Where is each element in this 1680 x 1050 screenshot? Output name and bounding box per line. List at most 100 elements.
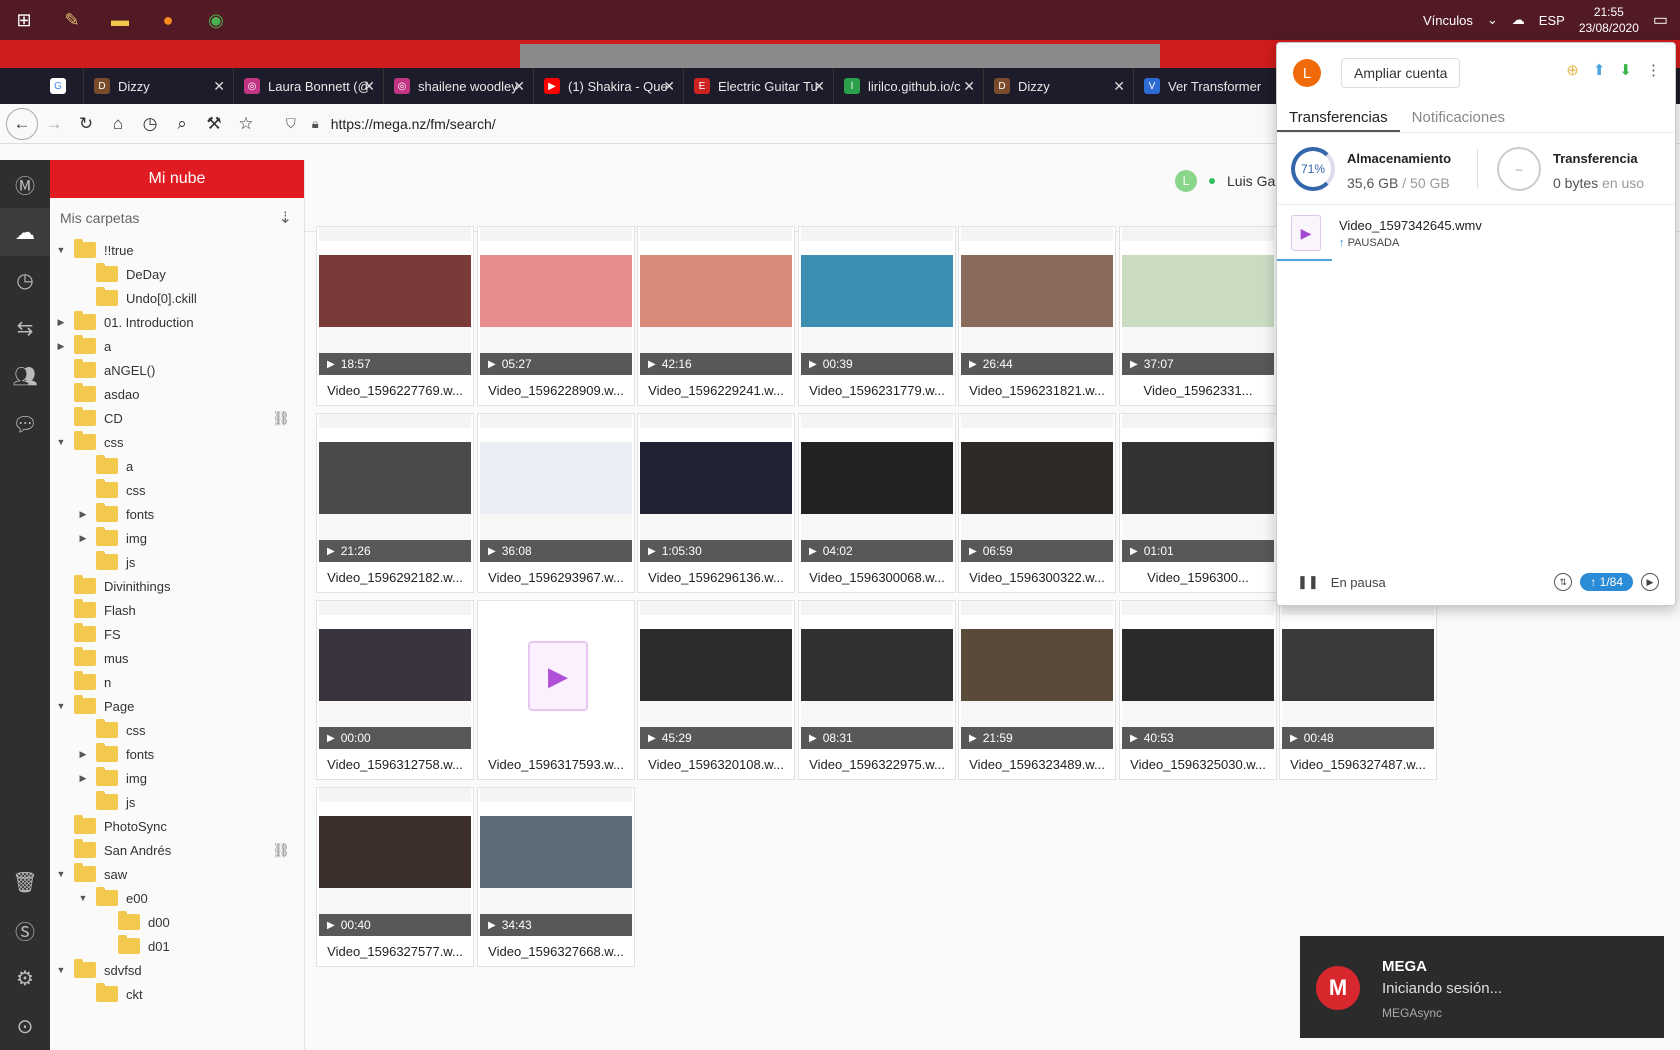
file-card[interactable]: ▶ 40:53 Video_1596325030.w... <box>1119 600 1277 780</box>
download-icon[interactable]: ⬇ <box>1619 61 1632 79</box>
clock[interactable]: 21:55 23/08/2020 <box>1579 4 1639 36</box>
settings-icon[interactable]: ⚙ <box>0 954 50 1002</box>
collapse-arrow-icon[interactable]: ▼ <box>54 869 68 879</box>
folder-tree-item[interactable]: a <box>50 454 304 478</box>
search-icon[interactable]: ⌕ <box>166 108 198 140</box>
folder-tree-item[interactable]: ▼ css <box>50 430 304 454</box>
notification-toast[interactable]: M MEGA Iniciando sesión... MEGAsync <box>1300 936 1664 1038</box>
upload-counter-badge[interactable]: ↑ 1/84 <box>1580 573 1633 591</box>
links-toolbar[interactable]: Vínculos <box>1423 13 1473 28</box>
mega-logo-icon[interactable]: Ⓜ <box>0 160 50 208</box>
file-card[interactable]: ▶ 08:31 Video_1596322975.w... <box>798 600 956 780</box>
collapse-arrow-icon[interactable]: ▼ <box>54 245 68 255</box>
forward-button[interactable]: → <box>38 108 70 140</box>
recents-icon[interactable]: ◷ <box>0 256 50 304</box>
file-card[interactable]: ▶ 34:43 Video_1596327668.w... <box>477 787 635 967</box>
network-icon[interactable]: ☁ <box>1512 12 1525 28</box>
folder-tree-item[interactable]: d01 <box>50 934 304 958</box>
chat-icon[interactable]: 💬︎ <box>0 400 50 448</box>
folder-tree-item[interactable]: ▶ fonts <box>50 502 304 526</box>
file-card[interactable]: ▶ 00:39 Video_1596231779.w... <box>798 226 956 406</box>
file-card[interactable]: ▶ 06:59 Video_1596300322.w... <box>958 413 1116 593</box>
folder-tree-item[interactable]: ▼ sdvfsd <box>50 958 304 982</box>
folder-tree-item[interactable]: d00 <box>50 910 304 934</box>
upload-icon[interactable]: ⬆ <box>1593 61 1606 79</box>
expand-arrow-icon[interactable]: ▶ <box>54 317 68 328</box>
link-icon[interactable]: ⛓ <box>272 410 290 427</box>
tab-transfers[interactable]: Transferencias <box>1277 103 1400 132</box>
folder-tree-item[interactable]: css <box>50 478 304 502</box>
tools-icon[interactable]: ⚒ <box>198 108 230 140</box>
bookmark-icon[interactable]: ☆ <box>230 108 262 140</box>
file-card[interactable]: ▶ 21:59 Video_1596323489.w... <box>958 600 1116 780</box>
browser-tab[interactable]: E Electric Guitar Tur ✕ <box>684 68 834 104</box>
file-card[interactable]: ▶ 37:07 Video_15962331... <box>1119 226 1277 406</box>
browser-tab[interactable]: D Dizzy ✕ <box>984 68 1134 104</box>
expand-arrow-icon[interactable]: ▶ <box>54 341 68 352</box>
browser-tab[interactable]: ▶ (1) Shakira - Que ✕ <box>534 68 684 104</box>
shield-icon[interactable]: ⛉ <box>286 116 296 132</box>
back-button[interactable]: ← <box>6 107 38 140</box>
tab-notifications[interactable]: Notificaciones <box>1400 103 1517 132</box>
folder-tree-item[interactable]: DeDay <box>50 262 304 286</box>
file-card[interactable]: ▶ 04:02 Video_1596300068.w... <box>798 413 956 593</box>
file-card[interactable]: ▶ 18:57 Video_1596227769.w... <box>316 226 474 406</box>
file-card[interactable]: ▶ 36:08 Video_1596293967.w... <box>477 413 635 593</box>
contacts-icon[interactable]: 👥︎ <box>0 352 50 400</box>
browser-tab[interactable]: D Dizzy ✕ <box>84 68 234 104</box>
language-indicator[interactable]: ESP <box>1539 13 1565 28</box>
collapse-arrow-icon[interactable]: ▼ <box>76 893 90 903</box>
folder-tree-item[interactable]: n <box>50 670 304 694</box>
more-options-icon[interactable]: ⋮ <box>1646 61 1661 79</box>
expand-arrow-icon[interactable]: ▶ <box>76 749 90 760</box>
browser-tab[interactable]: G <box>40 68 84 104</box>
folder-tree-item[interactable]: css <box>50 718 304 742</box>
folder-tree-item[interactable]: aNGEL() <box>50 358 304 382</box>
reload-button[interactable]: ↻ <box>70 108 102 140</box>
folder-tree-item[interactable]: Divinithings <box>50 574 304 598</box>
chrome-icon[interactable]: ◉ <box>192 0 240 40</box>
folder-tree-item[interactable]: San Andrés ⛓ <box>50 838 304 862</box>
folder-tree-item[interactable]: Flash <box>50 598 304 622</box>
folder-tree-item[interactable]: ▶ 01. Introduction <box>50 310 304 334</box>
folder-tree-item[interactable]: ▼ Page <box>50 694 304 718</box>
account-avatar[interactable]: L <box>1293 59 1321 87</box>
close-tab-icon[interactable]: ✕ <box>363 78 375 95</box>
folder-tree-item[interactable]: CD ⛓ <box>50 406 304 430</box>
history-icon[interactable]: ◷ <box>134 108 166 140</box>
folder-tree-item[interactable]: ckt <box>50 982 304 1006</box>
folder-tree-item[interactable]: Undo[0].ckill <box>50 286 304 310</box>
file-card[interactable]: ▶ 1:05:30 Video_1596296136.w... <box>637 413 795 593</box>
folder-tree-item[interactable]: js <box>50 790 304 814</box>
folder-tree-item[interactable]: PhotoSync <box>50 814 304 838</box>
windows-start-icon[interactable]: ⊞ <box>0 0 48 40</box>
folder-tree-item[interactable]: FS <box>50 622 304 646</box>
folder-tree-item[interactable]: ▶ img <box>50 526 304 550</box>
sort-icon[interactable]: ⇣ <box>279 208 292 228</box>
folder-tree-item[interactable]: ▶ a <box>50 334 304 358</box>
add-sync-folder-icon[interactable]: ⊕ <box>1566 61 1579 79</box>
expand-arrow-icon[interactable]: ▶ <box>76 533 90 544</box>
transfer-manager-icon[interactable]: ⇅ <box>1554 573 1573 591</box>
browser-tab[interactable]: ◎ Laura Bonnett (@ ✕ <box>234 68 384 104</box>
close-tab-icon[interactable]: ✕ <box>813 78 825 95</box>
folder-tree-item[interactable]: asdao <box>50 382 304 406</box>
file-card[interactable]: ▶ 05:27 Video_1596228909.w... <box>477 226 635 406</box>
file-card[interactable]: ▶ 00:40 Video_1596327577.w... <box>316 787 474 967</box>
folder-tree-item[interactable]: ▼ !!true <box>50 238 304 262</box>
firefox-icon[interactable]: ● <box>144 0 192 40</box>
link-icon[interactable]: ⛓ <box>272 842 290 859</box>
folder-tree-item[interactable]: ▼ saw <box>50 862 304 886</box>
close-tab-icon[interactable]: ✕ <box>663 78 675 95</box>
file-card[interactable]: ▶ 01:01 Video_1596300... <box>1119 413 1277 593</box>
collapse-arrow-icon[interactable]: ▼ <box>54 701 68 711</box>
file-card[interactable]: ▶ 00:48 Video_1596327487.w... <box>1279 600 1437 780</box>
user-menu[interactable]: L Luis Ga <box>1175 170 1275 192</box>
expand-arrow-icon[interactable]: ▶ <box>76 509 90 520</box>
my-cloud-header[interactable]: Mi nube <box>50 160 304 198</box>
upgrade-account-button[interactable]: Ampliar cuenta <box>1341 58 1461 88</box>
url-text[interactable]: https://mega.nz/fm/search/ <box>331 116 496 132</box>
close-tab-icon[interactable]: ✕ <box>213 78 225 95</box>
collapse-arrow-icon[interactable]: ▼ <box>54 965 68 975</box>
home-button[interactable]: ⌂ <box>102 108 134 140</box>
